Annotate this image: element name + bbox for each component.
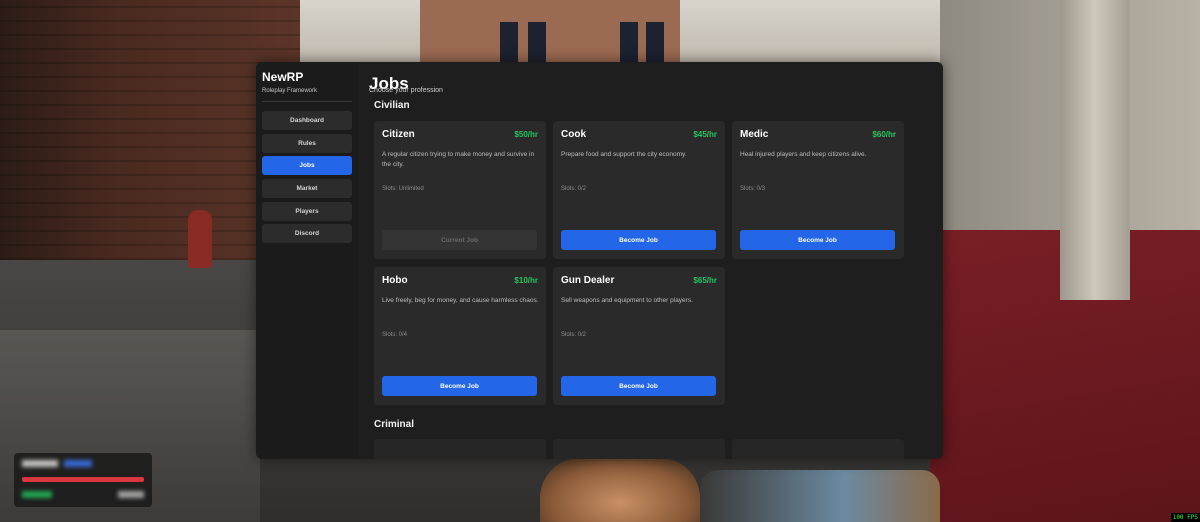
job-card-gun-dealer: Gun Dealer $65/hr Sell weapons and equip… [553, 267, 725, 405]
job-card-medic: Medic $60/hr Heal injured players and ke… [732, 121, 904, 259]
job-slots: Slots: 0/3 [740, 186, 766, 192]
become-job-button-medic[interactable]: Become Job [740, 230, 895, 250]
job-card-partial [374, 439, 546, 459]
hud-money-blurred [22, 491, 52, 498]
job-slots: Slots: 0/2 [561, 186, 587, 192]
job-name: Gun Dealer [561, 275, 615, 286]
job-slots: Slots: Unlimited [382, 186, 424, 192]
building-window [620, 22, 638, 62]
hud-job-tag-blurred [64, 460, 92, 467]
become-job-button-cook[interactable]: Become Job [561, 230, 716, 250]
job-pay: $50/hr [514, 130, 538, 139]
building-center [420, 0, 680, 70]
job-pay: $60/hr [872, 130, 896, 139]
sidebar-item-market[interactable]: Market [262, 179, 352, 198]
job-name: Hobo [382, 275, 408, 286]
job-card-partial [553, 439, 725, 459]
current-job-button: Current Job [382, 230, 537, 250]
sidebar-item-rules[interactable]: Rules [262, 134, 352, 153]
jobs-menu-panel: NewRP Roleplay Framework Dashboard Rules… [256, 62, 943, 459]
hud-player-name-blurred [22, 460, 58, 467]
main-content: Jobs Choose your profession Civilian Cit… [359, 62, 943, 459]
sidebar-divider [262, 101, 352, 102]
sidebar: NewRP Roleplay Framework Dashboard Rules… [256, 62, 359, 459]
building-window [646, 22, 664, 62]
job-description: Live freely, beg for money, and cause ha… [382, 297, 539, 304]
job-name: Citizen [382, 129, 415, 140]
brand-title: NewRP [262, 70, 304, 84]
building-window [528, 22, 546, 62]
job-description: A regular citizen trying to make money a… [382, 151, 535, 168]
job-card-cook: Cook $45/hr Prepare food and support the… [553, 121, 725, 259]
section-heading-civilian: Civilian [374, 100, 410, 111]
job-pay: $65/hr [693, 276, 717, 285]
sidebar-item-players[interactable]: Players [262, 202, 352, 221]
job-name: Medic [740, 129, 769, 140]
become-job-button-gun-dealer[interactable]: Become Job [561, 376, 716, 396]
job-description: Heal injured players and keep citizens a… [740, 151, 867, 158]
job-card-citizen: Citizen $50/hr A regular citizen trying … [374, 121, 546, 259]
brand-subtitle: Roleplay Framework [262, 88, 318, 94]
job-slots: Slots: 0/2 [561, 332, 587, 338]
brick-building-left [0, 0, 300, 260]
player-hand [540, 458, 700, 522]
job-card-partial [732, 439, 904, 459]
job-slots: Slots: 0/4 [382, 332, 408, 338]
job-description: Sell weapons and equipment to other play… [561, 297, 693, 304]
stone-pillar [1060, 0, 1130, 300]
become-job-button-hobo[interactable]: Become Job [382, 376, 537, 396]
sidebar-item-dashboard[interactable]: Dashboard [262, 111, 352, 130]
job-description: Prepare food and support the city econom… [561, 151, 687, 158]
fps-counter: 100 FPS [1170, 513, 1200, 522]
page-subtitle: Choose your profession [369, 87, 443, 94]
player-hud [14, 453, 152, 507]
job-card-hobo: Hobo $10/hr Live freely, beg for money, … [374, 267, 546, 405]
building-window [500, 22, 518, 62]
fire-hydrant [188, 210, 212, 268]
hud-value-blurred [118, 491, 144, 498]
job-pay: $10/hr [514, 276, 538, 285]
section-heading-criminal: Criminal [374, 419, 415, 430]
player-weapon [700, 470, 940, 522]
sidebar-item-discord[interactable]: Discord [262, 224, 352, 243]
job-pay: $45/hr [693, 130, 717, 139]
sidebar-item-jobs[interactable]: Jobs [262, 156, 352, 175]
health-bar [22, 477, 144, 482]
job-name: Cook [561, 129, 586, 140]
